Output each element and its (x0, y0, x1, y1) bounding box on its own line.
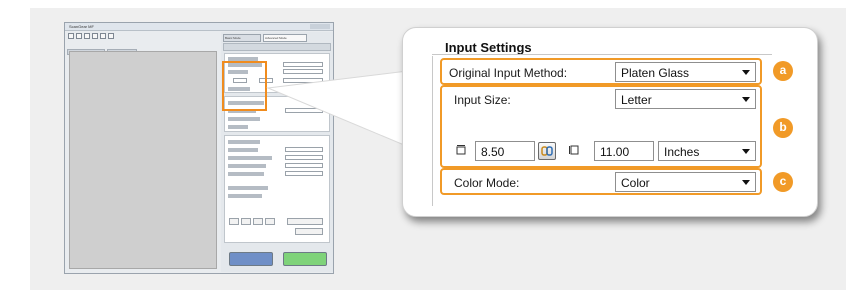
thumbnail-preview-button (229, 252, 273, 266)
aspect-lock-button[interactable] (538, 142, 556, 160)
thumbnail-tool-icon (92, 33, 98, 39)
unit-select[interactable]: Inches (658, 141, 756, 161)
chevron-down-icon (742, 180, 750, 185)
thumbnail-preview-area (69, 51, 217, 269)
thumbnail-tab-basic: Basic Mode (223, 34, 261, 42)
thumbnail-preview-tabs (67, 42, 217, 55)
original-input-method-value: Platen Glass (621, 66, 690, 80)
chevron-down-icon (742, 149, 750, 154)
thumbnail-tool-icon (84, 33, 90, 39)
chain-link-icon (541, 146, 553, 156)
chevron-down-icon (742, 70, 750, 75)
thumbnail-tab-advanced: Advanced Mode (263, 34, 307, 42)
thumbnail-highlight-box (222, 61, 267, 111)
original-input-method-select[interactable]: Platen Glass (615, 62, 756, 82)
badge-b: b (773, 118, 793, 138)
original-input-method-label: Original Input Method: (449, 66, 568, 80)
color-mode-select[interactable]: Color (615, 172, 756, 192)
title-divider (432, 54, 772, 55)
height-value: 11.00 (600, 145, 630, 159)
thumbnail-tool-icon (76, 33, 82, 39)
width-input[interactable]: 8.50 (475, 141, 535, 161)
badge-c: c (773, 172, 793, 192)
thumbnail-window-controls (310, 24, 330, 29)
height-input[interactable]: 11.00 (594, 141, 654, 161)
thumbnail-window-title: ScanGear MF (69, 24, 94, 29)
badge-a: a (773, 61, 793, 81)
thumbnail-title-bar: ScanGear MF (65, 23, 333, 31)
color-mode-value: Color (621, 176, 650, 190)
height-dimension-icon (569, 145, 579, 155)
thumbnail-tool-icon (100, 33, 106, 39)
input-size-label: Input Size: (454, 93, 511, 107)
input-size-select[interactable]: Letter (615, 89, 756, 109)
thumbnail-mode-tabs: Basic Mode Advanced Mode (223, 34, 331, 42)
chevron-down-icon (742, 97, 750, 102)
app-window-thumbnail: ScanGear MF Basic Mode Advanced Mode (64, 22, 334, 274)
input-size-value: Letter (621, 93, 652, 107)
thumbnail-image-settings-section (224, 135, 330, 243)
unit-value: Inches (664, 145, 700, 159)
thumbnail-toolbar (65, 32, 215, 41)
input-settings-title: Input Settings (445, 40, 532, 55)
thumbnail-tool-icon (68, 33, 74, 39)
thumbnail-favorite-strip (223, 43, 331, 51)
thumbnail-tool-icon (108, 33, 114, 39)
width-value: 8.50 (481, 145, 505, 159)
width-dimension-icon (456, 145, 466, 155)
thumbnail-scan-button (283, 252, 327, 266)
color-mode-label: Color Mode: (454, 176, 520, 190)
